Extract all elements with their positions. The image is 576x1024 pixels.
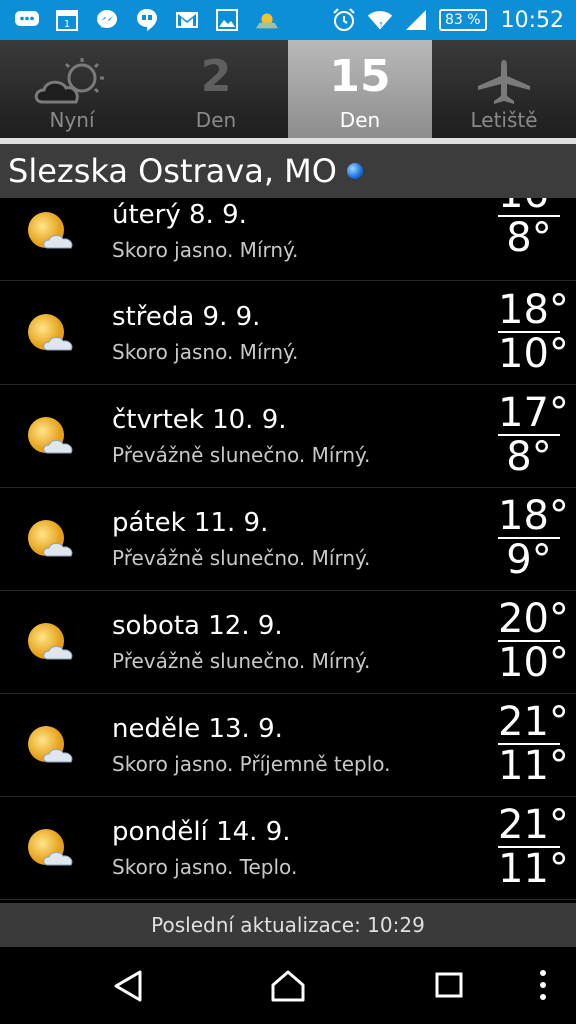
forecast-temps: 18° 10° bbox=[498, 287, 569, 377]
messages-icon bbox=[14, 8, 40, 32]
forecast-desc: Převážně slunečno. Mírný. bbox=[112, 443, 371, 467]
tab-2-day-number: 2 bbox=[200, 51, 232, 102]
partly-cloudy-icon bbox=[32, 58, 112, 112]
tab-15-day-number: 15 bbox=[329, 51, 391, 102]
forecast-temps: 21° 11° bbox=[498, 802, 569, 892]
sun-cloud-icon bbox=[28, 829, 73, 866]
overflow-menu-icon[interactable] bbox=[536, 969, 550, 1007]
temp-low: 10° bbox=[498, 640, 569, 686]
forecast-desc: Převážně slunečno. Mírný. bbox=[112, 546, 371, 570]
forecast-tabs: Nyní 2 Den 15 Den Letiště bbox=[0, 40, 576, 138]
calendar-icon: 1 bbox=[54, 8, 80, 32]
system-nav-bar bbox=[0, 947, 576, 1024]
forecast-row[interactable]: úterý 8. 9. Skoro jasno. Mírný. 16° 8° bbox=[0, 198, 576, 281]
temp-high: 20° bbox=[498, 596, 569, 642]
forecast-temps: 18° 9° bbox=[498, 493, 569, 583]
forecast-day: čtvrtek 10. 9. bbox=[112, 405, 287, 435]
forecast-day: sobota 12. 9. bbox=[112, 611, 283, 641]
forecast-day: pondělí 14. 9. bbox=[112, 817, 291, 847]
sun-cloud-icon bbox=[28, 212, 73, 249]
hangouts-icon bbox=[134, 8, 160, 32]
forecast-desc: Skoro jasno. Příjemně teplo. bbox=[112, 752, 391, 776]
back-icon[interactable] bbox=[112, 969, 146, 1007]
location-bar[interactable]: Slezska Ostrava, MO bbox=[0, 144, 576, 198]
messenger-icon bbox=[94, 8, 120, 32]
temp-low: 10° bbox=[498, 331, 569, 377]
tab-airport-label: Letiště bbox=[470, 108, 538, 132]
tab-15-day[interactable]: 15 Den bbox=[288, 40, 432, 138]
forecast-desc: Skoro jasno. Mírný. bbox=[112, 238, 299, 262]
home-icon[interactable] bbox=[270, 969, 306, 1007]
temp-low: 9° bbox=[506, 537, 552, 583]
gallery-icon bbox=[214, 8, 240, 32]
location-name: Slezska Ostrava, MO bbox=[8, 152, 337, 190]
temp-high: 17° bbox=[498, 390, 569, 436]
forecast-row[interactable]: pondělí 14. 9. Skoro jasno. Teplo. 21° 1… bbox=[0, 797, 576, 900]
forecast-desc: Skoro jasno. Mírný. bbox=[112, 340, 299, 364]
temp-high: 21° bbox=[498, 802, 569, 848]
tab-2-day[interactable]: 2 Den bbox=[144, 40, 288, 138]
forecast-row[interactable]: neděle 13. 9. Skoro jasno. Příjemně tepl… bbox=[0, 694, 576, 797]
forecast-temps: 17° 8° bbox=[498, 390, 569, 480]
weather-icon bbox=[254, 8, 280, 32]
last-updated: Poslední aktualizace: 10:29 bbox=[0, 903, 576, 947]
temp-high: 16° bbox=[498, 198, 569, 214]
signal-icon bbox=[403, 8, 429, 32]
status-bar: 1 ↑↓ 83 % 10:52 bbox=[0, 0, 576, 40]
temp-high: 18° bbox=[498, 287, 569, 333]
forecast-list[interactable]: úterý 8. 9. Skoro jasno. Mírný. 16° 8° s… bbox=[0, 198, 576, 903]
temp-low: 11° bbox=[498, 846, 569, 892]
forecast-row[interactable]: čtvrtek 10. 9. Převážně slunečno. Mírný.… bbox=[0, 385, 576, 488]
svg-text:1: 1 bbox=[64, 19, 70, 30]
location-indicator-icon bbox=[346, 163, 363, 179]
alarm-icon bbox=[331, 8, 357, 32]
forecast-temps: 21° 11° bbox=[498, 699, 569, 789]
tab-airport[interactable]: Letiště bbox=[432, 40, 576, 138]
forecast-temps: 16° 8° bbox=[498, 198, 569, 261]
forecast-desc: Převážně slunečno. Mírný. bbox=[112, 649, 371, 673]
sun-cloud-icon bbox=[28, 417, 73, 454]
temp-low: 8° bbox=[506, 215, 552, 261]
tab-2-day-label: Den bbox=[195, 108, 237, 132]
forecast-day: středa 9. 9. bbox=[112, 302, 261, 332]
battery-icon: 83 % bbox=[439, 9, 487, 31]
status-clock: 10:52 bbox=[500, 7, 564, 33]
forecast-row[interactable]: sobota 12. 9. Převážně slunečno. Mírný. … bbox=[0, 591, 576, 694]
sun-cloud-icon bbox=[28, 726, 73, 763]
recents-icon[interactable] bbox=[434, 969, 464, 1003]
temp-low: 11° bbox=[498, 743, 569, 789]
forecast-day: neděle 13. 9. bbox=[112, 714, 283, 744]
forecast-temps: 20° 10° bbox=[498, 596, 569, 686]
forecast-desc: Skoro jasno. Teplo. bbox=[112, 855, 298, 879]
temp-low: 8° bbox=[506, 434, 552, 480]
svg-text:↑↓: ↑↓ bbox=[378, 21, 390, 29]
tab-15-day-label: Den bbox=[339, 108, 381, 132]
wifi-icon: ↑↓ bbox=[367, 8, 393, 32]
forecast-row[interactable]: pátek 11. 9. Převážně slunečno. Mírný. 1… bbox=[0, 488, 576, 591]
tab-now[interactable]: Nyní bbox=[0, 40, 144, 138]
forecast-day: pátek 11. 9. bbox=[112, 508, 269, 538]
gmail-icon bbox=[174, 8, 200, 32]
forecast-row[interactable]: středa 9. 9. Skoro jasno. Mírný. 18° 10° bbox=[0, 282, 576, 385]
sun-cloud-icon bbox=[28, 623, 73, 660]
airplane-icon bbox=[476, 58, 532, 110]
sun-cloud-icon bbox=[28, 314, 73, 351]
temp-high: 21° bbox=[498, 699, 569, 745]
temp-high: 18° bbox=[498, 493, 569, 539]
forecast-day: úterý 8. 9. bbox=[112, 200, 247, 230]
sun-cloud-icon bbox=[28, 520, 73, 557]
